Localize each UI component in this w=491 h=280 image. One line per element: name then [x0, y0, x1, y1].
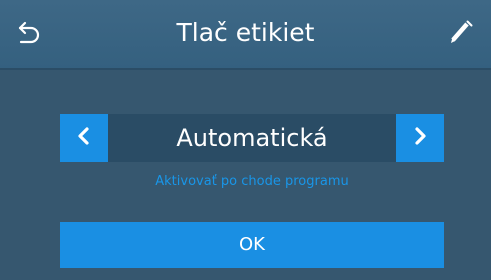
ok-button[interactable]: OK: [60, 222, 444, 268]
chevron-left-icon: [75, 126, 93, 150]
back-arrow-icon: [17, 19, 43, 49]
page-title: Tlač etikiet: [176, 18, 315, 47]
previous-option-button[interactable]: [60, 114, 108, 162]
edit-button[interactable]: [441, 14, 481, 54]
mode-selector: Automatická: [60, 114, 444, 162]
header-bar: Tlač etikiet: [0, 0, 491, 70]
pencil-icon: [447, 18, 475, 50]
selector-hint-text: Aktivovať po chode programu: [155, 174, 349, 189]
next-option-button[interactable]: [396, 114, 444, 162]
back-button[interactable]: [10, 14, 50, 54]
chevron-right-icon: [411, 126, 429, 150]
selected-option-value: Automatická: [108, 114, 396, 162]
